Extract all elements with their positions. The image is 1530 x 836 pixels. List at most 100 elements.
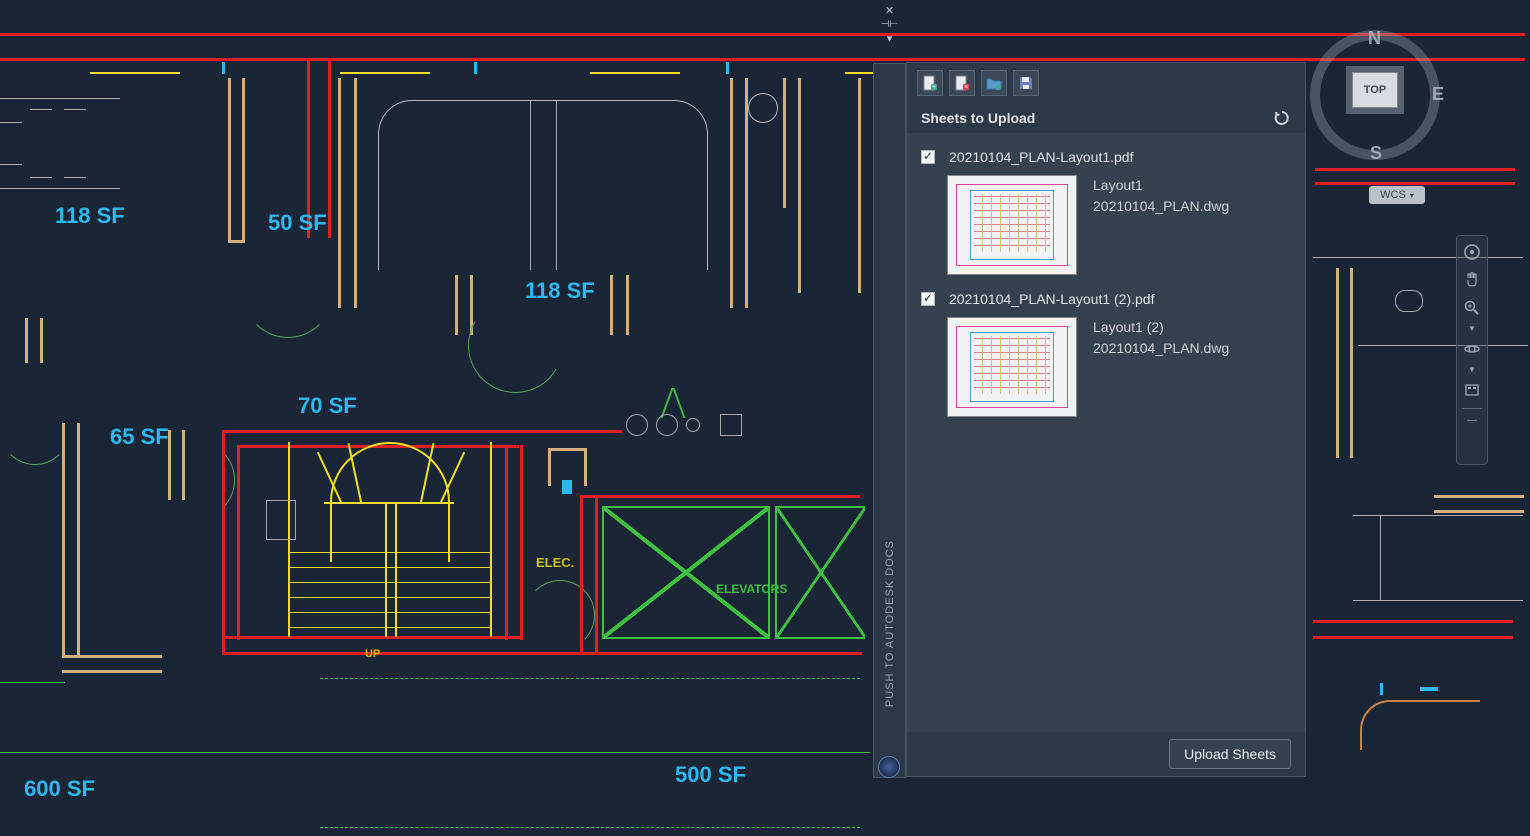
wall-line [1313, 636, 1513, 639]
elevators-label: ELEVATORS [716, 582, 787, 596]
stairs [280, 442, 500, 642]
wcs-label: WCS [1380, 189, 1406, 201]
line [726, 62, 729, 74]
refresh-icon[interactable] [1273, 109, 1291, 127]
wall-line [1315, 168, 1515, 171]
wall-line [222, 652, 862, 655]
svg-text:×: × [964, 84, 968, 91]
wall-line [584, 448, 587, 486]
line [590, 72, 680, 74]
room-label-65: 65 SF [110, 424, 169, 450]
sheet-source-file: 20210104_PLAN.dwg [1093, 196, 1229, 217]
line [0, 98, 120, 99]
plant-icon [673, 388, 686, 418]
wall-line [858, 78, 861, 293]
nav-wheel-icon[interactable] [1460, 240, 1484, 264]
wall-line [1434, 510, 1524, 513]
line [222, 62, 225, 74]
line [1313, 257, 1523, 258]
wall-line [0, 58, 1525, 61]
sheet-thumbnail[interactable] [947, 317, 1077, 417]
wall-line [354, 78, 357, 308]
viewcube-north[interactable]: N [1368, 28, 1381, 49]
wall-line [1313, 620, 1513, 623]
wall-line [1315, 182, 1515, 185]
line [64, 109, 86, 110]
palette-footer: Upload Sheets [907, 732, 1305, 776]
chevron-down-icon[interactable]: ▼ [1468, 324, 1476, 333]
viewcube-top-face[interactable]: TOP [1352, 72, 1398, 108]
palette-product-icon [878, 756, 900, 778]
column [656, 414, 678, 436]
save-button[interactable] [1013, 70, 1039, 96]
view-cube[interactable]: N E S TOP [1310, 30, 1440, 160]
nav-zoom-icon[interactable] [1460, 296, 1484, 320]
viewcube-south[interactable]: S [1370, 143, 1382, 164]
chevron-down-icon[interactable]: ▼ [1468, 365, 1476, 374]
line [0, 682, 65, 683]
sheet-thumbnail[interactable] [947, 175, 1077, 275]
elec-label: ELEC. [536, 555, 574, 570]
palette-close-button[interactable]: ✕ [873, 4, 906, 17]
wall-line [228, 240, 245, 243]
wall-line [798, 78, 801, 293]
line [556, 100, 557, 270]
line [530, 100, 531, 270]
sheet-filename[interactable]: 20210104_PLAN-Layout1 (2).pdf [949, 291, 1154, 307]
sheet-checkbox[interactable] [921, 150, 935, 164]
line [1353, 515, 1523, 516]
wall-line [580, 495, 583, 655]
line [1353, 600, 1523, 601]
sheet-checkbox[interactable] [921, 292, 935, 306]
line [64, 177, 86, 178]
line [90, 72, 180, 74]
push-to-docs-palette: + × Sheets to Upload 20210104_PLAN-Layou… [906, 62, 1306, 777]
circle [748, 93, 778, 123]
navigation-bar: ▼ ▼ — [1456, 235, 1488, 465]
sheet-item: 20210104_PLAN-Layout1.pdf Layout1 202101… [907, 141, 1305, 283]
wall-line [0, 33, 1525, 36]
line [30, 177, 52, 178]
up-label: UP [365, 648, 380, 660]
room-label-50: 50 SF [268, 210, 327, 236]
wall-line [62, 423, 65, 658]
open-folder-button[interactable] [981, 70, 1007, 96]
nav-pan-icon[interactable] [1460, 268, 1484, 292]
fixture [266, 500, 296, 540]
palette-pin-button[interactable]: ⊣⊢ [873, 19, 906, 30]
remove-sheet-button[interactable]: × [949, 70, 975, 96]
wall-line [455, 275, 458, 335]
wall-line [222, 430, 225, 655]
wall-line [40, 318, 43, 363]
wall-line [580, 495, 860, 498]
wall-line [1434, 495, 1524, 498]
room-label-500: 500 SF [675, 762, 746, 788]
elevator-1 [602, 506, 770, 639]
line [474, 62, 477, 74]
palette-toolbar: + × [907, 63, 1305, 103]
upload-sheets-button[interactable]: Upload Sheets [1169, 739, 1291, 769]
nav-orbit-icon[interactable] [1460, 337, 1484, 361]
wall-line [1336, 268, 1339, 458]
room-label-118a: 118 SF [55, 203, 125, 229]
palette-title-vertical: PUSH TO AUTODESK DOCS [884, 540, 896, 707]
column [626, 414, 648, 436]
nav-showmotion-icon[interactable] [1460, 378, 1484, 402]
palette-menu-button[interactable]: ▾ [873, 32, 906, 45]
line [1358, 345, 1528, 346]
wall-line [237, 445, 240, 640]
column [686, 418, 700, 432]
nav-collapse-icon[interactable]: — [1467, 415, 1477, 426]
wall-line [550, 448, 586, 451]
room-label-600: 600 SF [24, 776, 95, 802]
wall-line [338, 78, 341, 308]
line [0, 164, 22, 165]
sheet-filename[interactable]: 20210104_PLAN-Layout1.pdf [949, 149, 1133, 165]
wall-line [595, 495, 598, 655]
wall-line [25, 318, 28, 363]
wcs-badge[interactable]: WCS ▾ [1369, 186, 1425, 204]
viewcube-east[interactable]: E [1432, 84, 1444, 105]
door-arc [0, 395, 70, 465]
new-sheet-button[interactable]: + [917, 70, 943, 96]
wall-line [730, 78, 733, 308]
